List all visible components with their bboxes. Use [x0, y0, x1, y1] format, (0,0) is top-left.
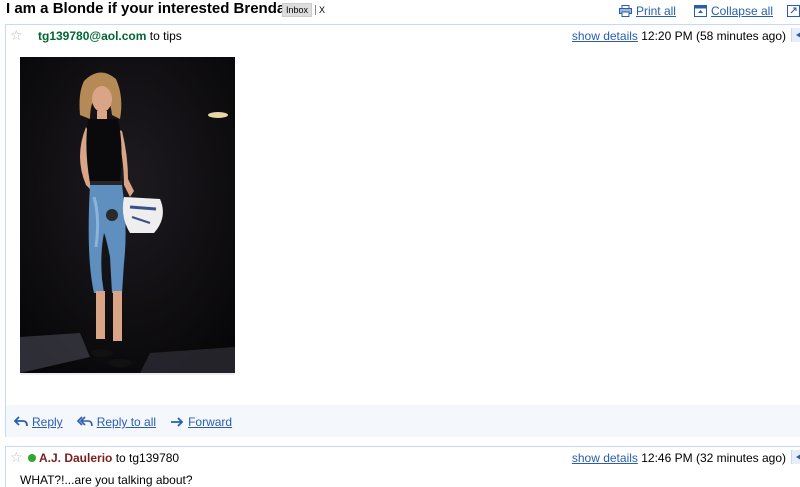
message-header[interactable]: ☆ tg139780@aol.com to tips show details … — [6, 25, 800, 47]
reply-button[interactable]: Reply — [14, 415, 63, 429]
message-time: 12:20 PM (58 minutes ago) — [641, 29, 786, 43]
reply-link[interactable]: Reply — [32, 415, 63, 429]
message-card[interactable]: ☆ A.J. Daulerio to tg139780 show details… — [5, 446, 800, 487]
attached-photo[interactable] — [20, 57, 235, 375]
show-details-link[interactable]: show details — [572, 29, 638, 43]
sender-email[interactable]: tg139780@aol.com — [38, 29, 146, 43]
print-all-link[interactable]: Print all — [636, 4, 676, 18]
message-time: 12:46 PM (32 minutes ago) — [641, 451, 786, 465]
reply-all-button[interactable]: Reply to all — [76, 415, 156, 429]
forward-link[interactable]: Forward — [188, 415, 232, 429]
collapse-icon — [693, 5, 707, 17]
new-window-icon — [787, 5, 800, 17]
label-inbox[interactable]: Inbox — [282, 3, 313, 17]
label-chip-group: Inbox X — [282, 3, 328, 17]
print-icon — [618, 5, 632, 17]
reply-arrow-icon — [796, 32, 800, 38]
sender-name[interactable]: A.J. Daulerio — [39, 451, 112, 465]
recipient-text: to tips — [149, 29, 182, 43]
show-details-link[interactable]: show details — [572, 451, 638, 465]
collapse-all-button[interactable]: Collapse all — [693, 4, 773, 18]
presence-icon — [28, 454, 36, 462]
star-icon[interactable]: ☆ — [10, 449, 23, 466]
thread-actions: Print all Collapse all — [601, 4, 800, 18]
expand-icon-button[interactable] — [787, 5, 800, 17]
recipient-text: to tg139780 — [115, 451, 180, 465]
reply-dropdown-button[interactable] — [791, 28, 800, 42]
sender-line: A.J. Daulerio to tg139780 — [28, 451, 179, 465]
star-icon[interactable]: ☆ — [10, 27, 23, 44]
reply-all-icon — [76, 416, 93, 427]
message-meta: show details 12:46 PM (32 minutes ago) — [572, 451, 786, 465]
thread-header: I am a Blonde if your interested Brenda … — [0, 0, 800, 22]
message-body: WHAT?!...are you talking about? — [20, 473, 193, 487]
print-all-button[interactable]: Print all — [618, 4, 676, 18]
message-meta: show details 12:20 PM (58 minutes ago) — [572, 29, 786, 43]
collapse-all-link[interactable]: Collapse all — [711, 4, 773, 18]
reply-all-link[interactable]: Reply to all — [97, 415, 156, 429]
message-card: ☆ tg139780@aol.com to tips show details … — [5, 24, 800, 437]
label-remove-button[interactable]: X — [315, 5, 328, 15]
sender-line: tg139780@aol.com to tips — [38, 29, 182, 43]
reply-dropdown-button[interactable] — [791, 450, 800, 464]
photo-image — [20, 57, 235, 373]
thread-subject: I am a Blonde if your interested Brenda — [6, 0, 286, 17]
forward-icon — [171, 417, 184, 427]
reply-icon — [14, 416, 28, 427]
message-actions: Reply Reply to all Forward — [6, 405, 800, 437]
forward-button[interactable]: Forward — [170, 415, 232, 429]
reply-arrow-icon — [796, 454, 800, 460]
